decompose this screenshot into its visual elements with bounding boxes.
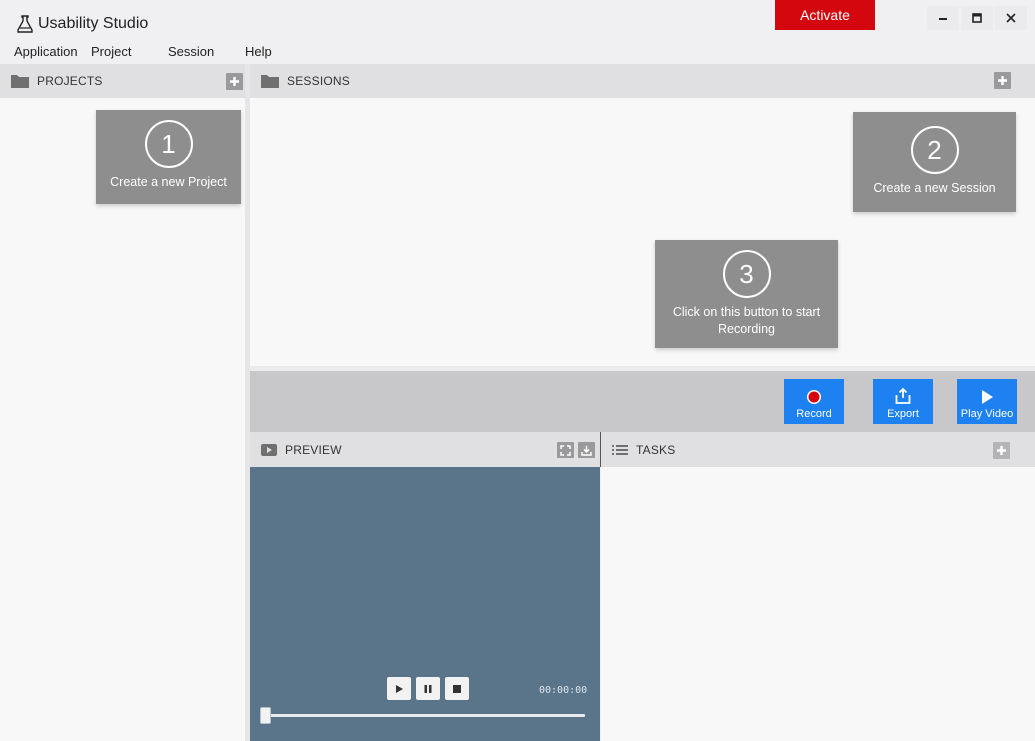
play-icon [396, 684, 403, 693]
list-icon [612, 444, 628, 455]
app-title: Usability Studio [38, 15, 149, 32]
minimize-button[interactable] [927, 6, 959, 30]
export-button[interactable]: Export [873, 379, 933, 424]
tip-step-number: 2 [910, 126, 959, 174]
sessions-header: SESSIONS [250, 64, 1035, 98]
export-icon [895, 387, 911, 404]
folder-icon [261, 75, 279, 88]
seek-thumb[interactable] [260, 707, 271, 724]
window-controls [927, 6, 1027, 30]
maximize-button[interactable] [961, 6, 993, 30]
menu-project[interactable]: Project [91, 44, 131, 59]
play-icon [982, 390, 993, 404]
fullscreen-icon [560, 444, 571, 456]
close-button[interactable] [995, 6, 1027, 30]
tip-text: Create a new Project [110, 175, 227, 189]
export-label: Export [887, 408, 919, 420]
download-icon [581, 445, 592, 456]
tip-step-number: 1 [144, 120, 193, 168]
menu-session[interactable]: Session [168, 44, 214, 59]
plus-icon [230, 77, 239, 86]
tip-step-number: 3 [722, 250, 771, 298]
activate-button[interactable]: Activate [775, 0, 875, 30]
preview-header: PREVIEW [250, 432, 600, 467]
add-project-button[interactable] [226, 73, 243, 90]
tip-create-session: 2 Create a new Session [853, 112, 1016, 212]
tip-text: Create a new Session [873, 181, 996, 195]
tip-create-project: 1 Create a new Project [96, 110, 241, 204]
folder-icon [11, 75, 29, 88]
maximize-icon [972, 13, 982, 23]
minimize-icon [939, 18, 947, 20]
record-label: Record [796, 408, 832, 420]
add-session-button[interactable] [994, 72, 1011, 89]
app-logo-icon [17, 15, 33, 33]
plus-icon [998, 76, 1007, 85]
add-task-button[interactable] [993, 442, 1010, 459]
preview-title: PREVIEW [285, 442, 342, 457]
menu-application[interactable]: Application [14, 44, 78, 59]
download-button[interactable] [578, 442, 595, 458]
tasks-header: TASKS [601, 432, 1035, 467]
play-video-label: Play Video [960, 408, 1014, 420]
plus-icon [997, 446, 1006, 455]
stop-icon [453, 684, 461, 693]
sessions-title: SESSIONS [287, 74, 350, 88]
record-button[interactable]: Record [784, 379, 844, 424]
projects-title: PROJECTS [37, 74, 103, 88]
fullscreen-button[interactable] [557, 442, 574, 458]
tip-start-recording: 3 Click on this button to start Recordin… [655, 240, 838, 348]
tip-text: Click on this button to start Recording [672, 305, 821, 336]
tasks-list[interactable] [601, 467, 1035, 741]
record-icon [807, 390, 821, 404]
pause-icon [424, 684, 432, 693]
menu-bar: Application Project Session Help [0, 41, 600, 63]
menu-help[interactable]: Help [245, 44, 272, 59]
tasks-title: TASKS [636, 442, 676, 457]
video-icon [261, 443, 277, 456]
seek-bar[interactable] [262, 714, 585, 717]
projects-header: PROJECTS [0, 64, 245, 98]
pause-button[interactable] [416, 677, 440, 700]
title-bar: Usability Studio [0, 0, 1035, 40]
timecode: 00:00:00 [539, 685, 588, 696]
stop-button[interactable] [445, 677, 469, 700]
close-icon [1006, 13, 1016, 23]
play-video-button[interactable]: Play Video [957, 379, 1017, 424]
play-button[interactable] [387, 677, 411, 700]
